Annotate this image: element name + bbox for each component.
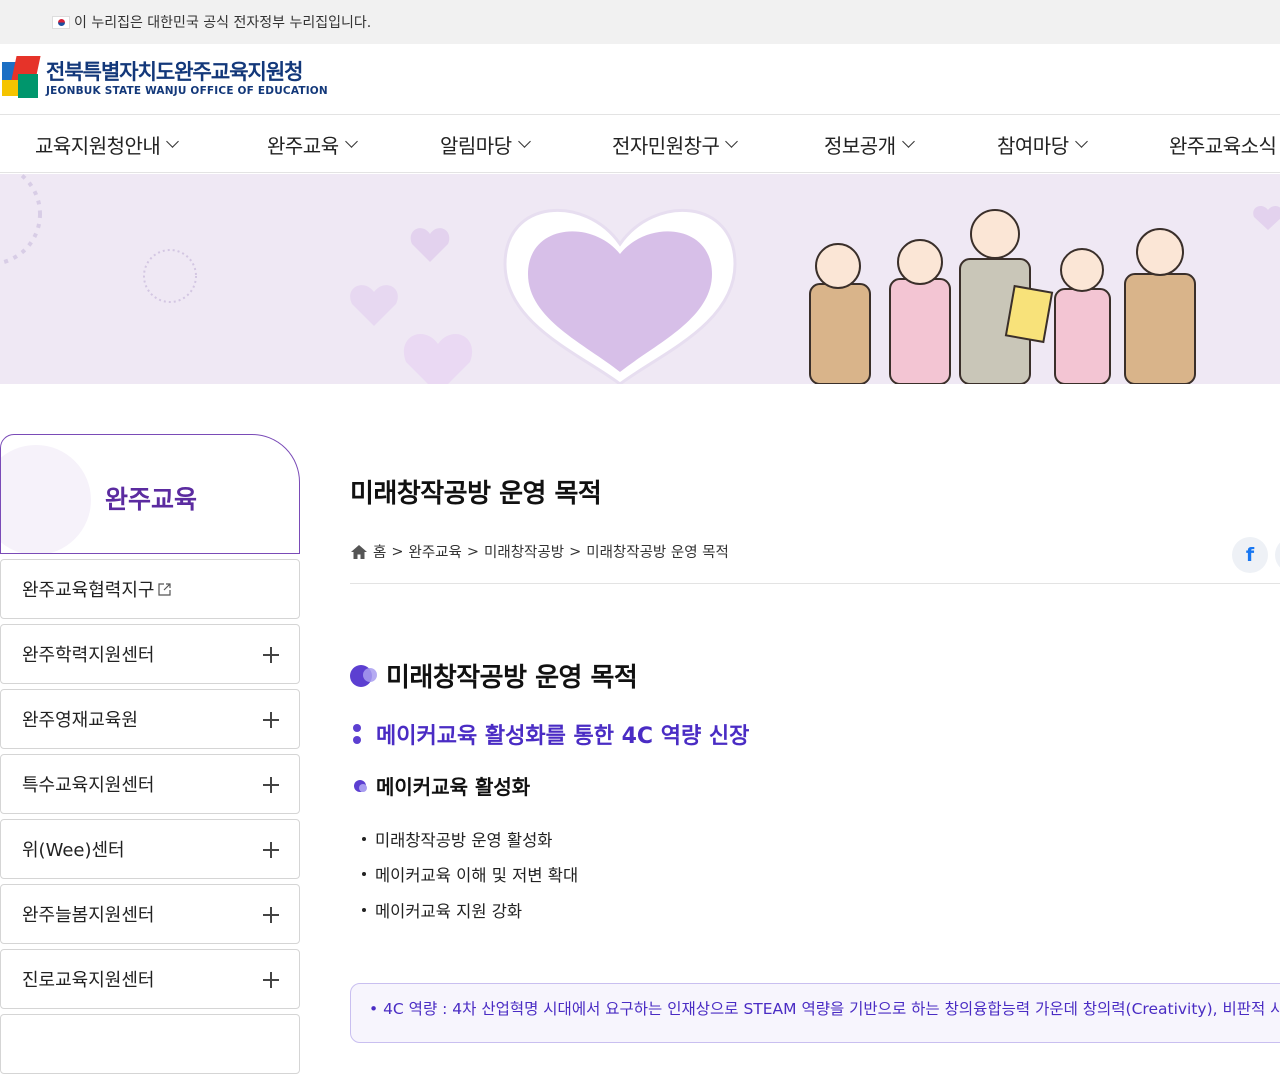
plus-icon[interactable] [263,647,279,663]
chevron-down-icon [344,135,358,148]
sidebar-item-special-education[interactable]: 특수교육지원센터 [0,754,300,814]
plus-icon[interactable] [263,972,279,988]
chevron-down-icon [901,135,915,148]
plus-icon[interactable] [263,907,279,923]
bullet-dot-icon [354,779,368,793]
logo-emblem-icon [0,56,41,102]
main-nav: 교육지원청안내 완주교육 알림마당 전자민원창구 정보공개 참여마당 완주교육소… [0,115,1280,173]
subsection-title: 메이커교육 활성화 [354,771,530,800]
banner-illustration [0,174,1280,384]
gov-banner-text: 이 누리집은 대한민국 공식 전자정부 누리집입니다. [74,15,372,31]
chevron-down-icon [1074,135,1088,148]
facebook-share-button[interactable]: f [1232,537,1268,573]
list-item: 메이커교육 이해 및 저변 확대 [362,862,578,886]
nav-item-e-civil[interactable]: 전자민원창구 [612,115,739,172]
plus-icon[interactable] [263,842,279,858]
plus-icon[interactable] [263,777,279,793]
sidebar-item-neulbom-center[interactable]: 완주늘봄지원센터 [0,884,300,944]
section-subtitle: 메이커교육 활성화를 통한 4C 역량 신장 [352,718,749,750]
sidebar-item-wee-center[interactable]: 위(Wee)센터 [0,819,300,879]
korea-flag-icon [52,15,70,29]
logo-name-en: JEONBUK STATE WANJU OFFICE OF EDUCATION [46,85,328,97]
gov-banner: 이 누리집은 대한민국 공식 전자정부 누리집입니다. [0,0,1280,44]
title-divider [350,583,1280,584]
nav-item-news[interactable]: 완주교육소식 [1169,115,1277,172]
chevron-down-icon [517,135,531,148]
breadcrumb-wanju-education[interactable]: 완주교육 [409,541,462,562]
page-title: 미래창작공방 운영 목적 [350,479,602,509]
sidebar-item-career-center[interactable]: 진로교육지원센터 [0,949,300,1009]
list-item: 메이커교육 지원 강화 [362,898,522,922]
nav-item-notices[interactable]: 알림마당 [440,115,531,172]
chevron-down-icon [166,135,180,148]
sidebar-item-more[interactable] [0,1014,300,1074]
note-box: • 4C 역량 : 4차 산업혁명 시대에서 요구하는 인재상으로 STEAM … [350,983,1280,1043]
vertical-dots-icon [352,722,362,746]
sidebar-item-cooperation-district[interactable]: 완주교육협력지구 [0,559,300,619]
share-button[interactable] [1275,537,1280,573]
bullet-dot-icon [350,663,378,689]
section-title: 미래창작공방 운영 목적 [350,657,638,694]
breadcrumb: 홈 > 완주교육 > 미래창작공방 > 미래창작공방 운영 목적 [350,541,729,562]
sidebar-header: 완주교육 [0,434,300,554]
plus-icon[interactable] [263,712,279,728]
logo-name-ko: 전북특별자치도완주교육지원청 [46,60,303,84]
site-logo[interactable]: 전북특별자치도완주교육지원청 JEONBUK STATE WANJU OFFIC… [0,56,328,102]
nav-item-participation[interactable]: 참여마당 [997,115,1088,172]
list-item: 미래창작공방 운영 활성화 [362,827,552,851]
breadcrumb-current: 미래창작공방 운영 목적 [586,545,729,561]
breadcrumb-home[interactable]: 홈 [373,541,386,562]
site-header: 전북특별자치도완주교육지원청 JEONBUK STATE WANJU OFFIC… [0,44,1280,115]
external-link-icon [158,582,172,596]
sidebar-item-learning-center[interactable]: 완주학력지원센터 [0,624,300,684]
breadcrumb-future-workshop[interactable]: 미래창작공방 [484,541,564,562]
facebook-icon: f [1245,544,1255,566]
nav-item-wanju-education[interactable]: 완주교육 [267,115,358,172]
sidebar-title: 완주교육 [104,485,197,514]
nav-item-office-guide[interactable]: 교육지원청안내 [35,115,180,172]
nav-item-info-disclosure[interactable]: 정보공개 [824,115,915,172]
hero-banner [0,174,1280,384]
chevron-down-icon [725,135,739,148]
home-icon [351,544,367,559]
note-text: • 4C 역량 : 4차 산업혁명 시대에서 요구하는 인재상으로 STEAM … [369,1000,1280,1018]
sidebar-item-gifted-education[interactable]: 완주영재교육원 [0,689,300,749]
